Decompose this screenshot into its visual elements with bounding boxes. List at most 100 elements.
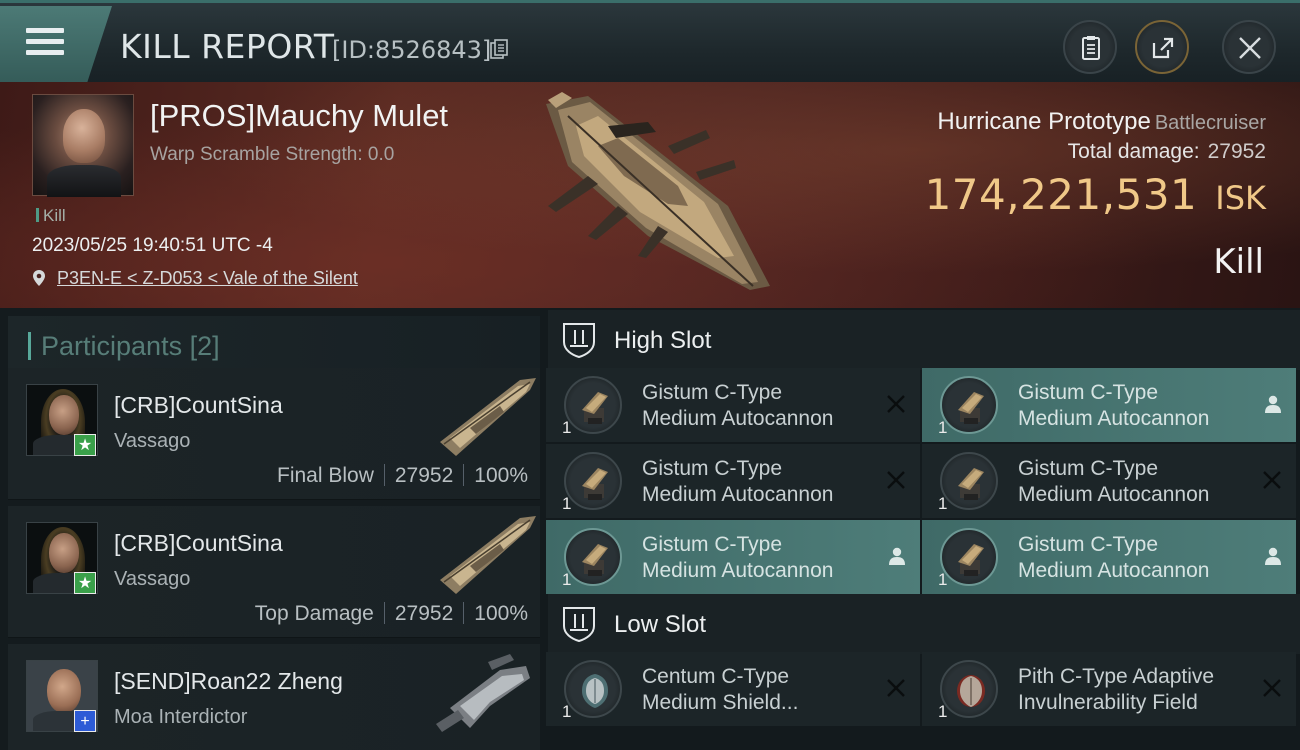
person-icon — [889, 547, 905, 565]
module-quantity: 1 — [562, 418, 572, 437]
module-state-mark — [886, 470, 906, 495]
module-icon-ring — [564, 452, 622, 510]
participant-damage: 27952 — [394, 602, 454, 625]
participants-count: [2] — [189, 331, 220, 361]
module-card[interactable]: 1 Gistum C-Type Medium Autocannon — [922, 520, 1296, 594]
report-id: [ID:8526843] — [332, 36, 492, 64]
invulnerability-field-icon — [957, 675, 985, 707]
module-state-mark — [888, 546, 906, 571]
autocannon-icon — [582, 392, 608, 424]
participant-ship-image — [440, 378, 536, 456]
kill-location[interactable]: P3EN-E < Z-D053 < Vale of the Silent — [32, 268, 358, 289]
participant-row[interactable]: ★ [CRB]CountSina Vassago Final Blow 27952… — [8, 368, 540, 500]
module-name-line1: Gistum C-Type — [1018, 457, 1159, 480]
clipboard-icon — [1082, 36, 1100, 60]
person-icon — [1265, 547, 1281, 565]
participant-ship-image — [436, 654, 530, 732]
share-button[interactable] — [1135, 20, 1189, 74]
clipboard-button[interactable] — [1063, 20, 1117, 74]
page-title: KILL REPORT — [120, 27, 335, 66]
warp-scramble-label: Warp Scramble Strength: 0.0 — [150, 144, 395, 165]
menu-button[interactable] — [0, 6, 112, 82]
x-icon — [1263, 679, 1281, 697]
module-state-mark — [1264, 546, 1282, 571]
module-card[interactable]: 1 Gistum C-Type Medium Autocannon — [922, 368, 1296, 442]
participant-stats: Final Blow 27952 100% — [277, 464, 528, 488]
autocannon-icon — [582, 544, 608, 576]
person-icon — [1265, 395, 1281, 413]
x-icon — [887, 679, 905, 697]
module-name: Gistum C-Type Medium Autocannon — [1018, 532, 1254, 584]
slot-shield-icon — [563, 607, 595, 642]
victim-portrait[interactable] — [32, 94, 134, 197]
victim-banner: [PROS]Mauchy Mulet Warp Scramble Strengt… — [0, 82, 1300, 308]
participant-ship: Moa Interdictor — [114, 706, 248, 728]
module-quantity: 1 — [938, 494, 948, 513]
copy-icon[interactable] — [490, 39, 508, 59]
participants-panel: Participants [2] ★ [CRB]CountSina Vassag… — [0, 308, 540, 750]
victim-name[interactable]: [PROS]Mauchy Mulet — [150, 98, 448, 134]
location-link[interactable]: P3EN-E < Z-D053 < Vale of the Silent — [57, 268, 358, 288]
x-icon — [1263, 471, 1281, 489]
participant-name[interactable]: [CRB]CountSina — [114, 530, 283, 557]
module-icon-ring — [564, 660, 622, 718]
module-quantity: 1 — [562, 494, 572, 513]
victim-ship-image — [546, 92, 770, 290]
isk-unit: ISK — [1215, 179, 1266, 217]
module-icon-ring — [940, 376, 998, 434]
autocannon-icon — [958, 468, 984, 500]
module-name-line2: Medium Autocannon — [642, 407, 834, 430]
total-damage: Total damage: 27952 — [1067, 140, 1266, 163]
star-badge-icon: ★ — [74, 572, 96, 594]
module-card[interactable]: 1 Gistum C-Type Medium Autocannon — [922, 444, 1296, 518]
module-card[interactable]: 1 Centum C-Type Medium Shield... — [546, 652, 920, 726]
module-name: Gistum C-Type Medium Autocannon — [1018, 380, 1254, 432]
low-slot-title: Low Slot — [614, 611, 707, 638]
participant-name[interactable]: [SEND]Roan22 Zheng — [114, 668, 343, 695]
participant-row[interactable]: ★ [CRB]CountSina Vassago Top Damage 27952… — [8, 506, 540, 638]
module-icon-ring — [564, 528, 622, 586]
module-name-line2: Medium Shield... — [642, 691, 799, 714]
module-name-line2: Invulnerability Field — [1018, 691, 1198, 714]
top-bar: KILL REPORT [ID:8526843] — [0, 0, 1300, 82]
participant-ship: Vassago — [114, 430, 191, 452]
menu-icon — [26, 28, 64, 60]
module-name: Gistum C-Type Medium Autocannon — [642, 380, 878, 432]
victim-ship-name[interactable]: Hurricane Prototype Battlecruiser — [937, 108, 1266, 136]
module-quantity: 1 — [938, 570, 948, 589]
fitting-panel: High Slot 1 Gistum C-Type Medium Autocanno… — [540, 308, 1300, 750]
participant-row[interactable]: + [SEND]Roan22 Zheng Moa Interdictor — [8, 644, 540, 750]
participant-damage: 27952 — [394, 464, 454, 487]
kill-tag: Kill — [36, 206, 66, 226]
share-icon — [1152, 37, 1174, 59]
module-state-mark — [1264, 394, 1282, 419]
module-card[interactable]: 1 Pith C-Type Adaptive Invulnerability Fie… — [922, 652, 1296, 726]
module-card[interactable]: 1 Gistum C-Type Medium Autocannon — [546, 520, 920, 594]
isk-value-row: 174,221,531 ISK — [925, 170, 1266, 219]
module-name-line2: Medium Autocannon — [642, 483, 834, 506]
kill-outcome: Kill — [1213, 242, 1264, 282]
victim-ship-class: Battlecruiser — [1154, 112, 1266, 134]
module-quantity: 1 — [938, 418, 948, 437]
module-name-line2: Medium Autocannon — [1018, 407, 1210, 430]
participant-ship: Vassago — [114, 568, 191, 590]
module-icon-ring — [940, 528, 998, 586]
high-slot-header: High Slot — [548, 310, 1300, 370]
close-button[interactable] — [1222, 20, 1276, 74]
location-pin-icon — [33, 270, 45, 286]
total-damage-value: 27952 — [1207, 140, 1266, 163]
participant-name[interactable]: [CRB]CountSina — [114, 392, 283, 419]
module-name-line1: Gistum C-Type — [642, 381, 783, 404]
x-icon — [887, 395, 905, 413]
module-name-line1: Gistum C-Type — [1018, 533, 1159, 556]
module-quantity: 1 — [562, 570, 572, 589]
participant-role: Final Blow — [277, 464, 374, 487]
module-state-mark — [1262, 678, 1282, 703]
autocannon-icon — [582, 468, 608, 500]
module-card[interactable]: 1 Gistum C-Type Medium Autocannon — [546, 368, 920, 442]
module-name-line1: Gistum C-Type — [1018, 381, 1159, 404]
x-icon — [887, 471, 905, 489]
module-card[interactable]: 1 Gistum C-Type Medium Autocannon — [546, 444, 920, 518]
module-name-line1: Gistum C-Type — [642, 457, 783, 480]
module-name: Centum C-Type Medium Shield... — [642, 664, 878, 716]
